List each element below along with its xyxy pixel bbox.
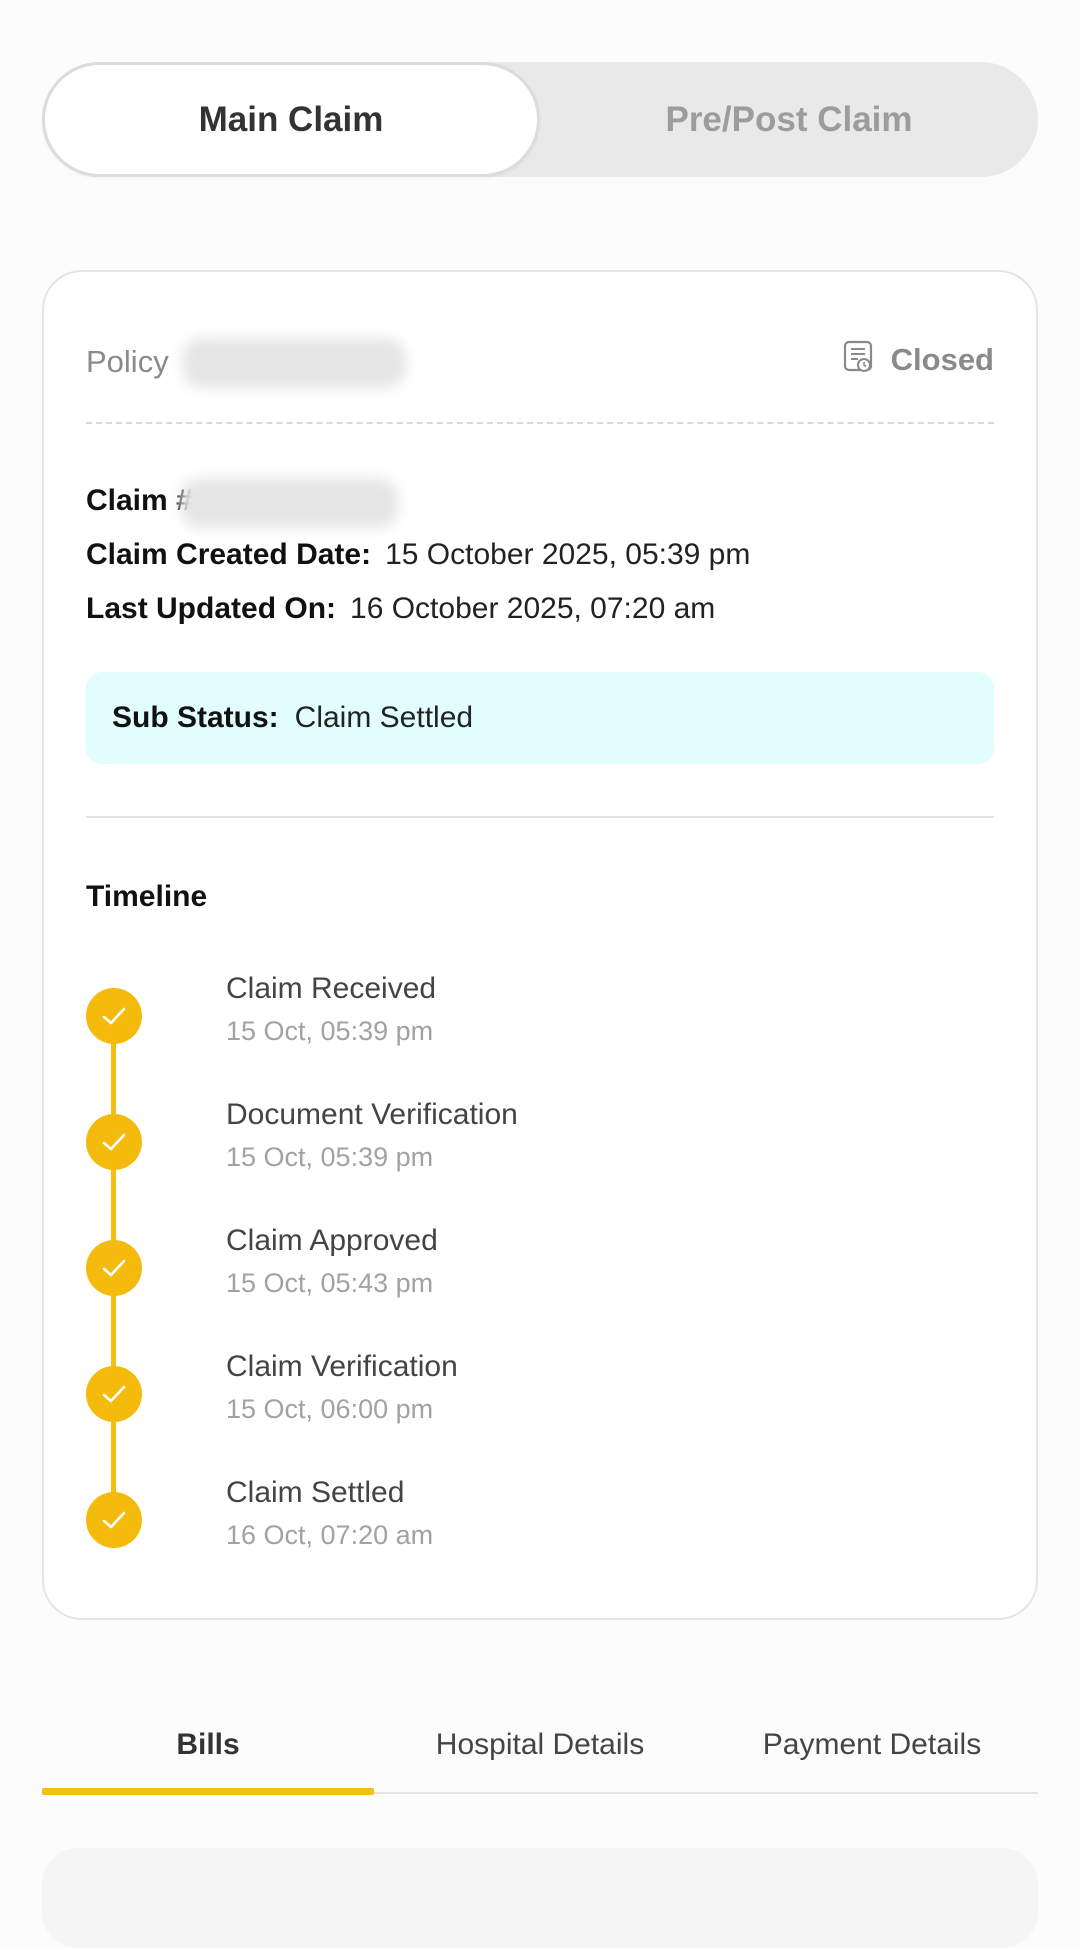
- check-icon: [86, 1492, 142, 1548]
- pre-post-claim-tab[interactable]: Pre/Post Claim: [540, 62, 1038, 177]
- policy-label: Policy: [86, 344, 169, 379]
- timeline-step: Claim Settled 16 Oct, 07:20 am: [86, 1476, 946, 1586]
- timeline-step-time: 16 Oct, 07:20 am: [226, 1520, 434, 1550]
- sub-status-value: Claim Settled: [294, 701, 474, 734]
- timeline-step: Claim Received 15 Oct, 05:39 pm: [86, 972, 946, 1082]
- claim-type-toggle: Main Claim Pre/Post Claim: [42, 62, 1038, 177]
- sub-status-label: Sub Status:: [112, 701, 279, 734]
- timeline-step-name: Claim Verification: [226, 1350, 458, 1383]
- bills-panel: [42, 1848, 1038, 1948]
- policy-row: Policy Closed: [86, 330, 994, 400]
- tab-hospital-details[interactable]: Hospital Details: [374, 1700, 706, 1790]
- dashed-divider: [86, 422, 994, 424]
- timeline-step-time: 15 Oct, 05:39 pm: [226, 1016, 434, 1046]
- created-date-line: Claim Created Date: 15 October 2025, 05:3…: [86, 538, 750, 572]
- claim-number-redacted: [180, 478, 398, 528]
- timeline-step-time: 15 Oct, 05:39 pm: [226, 1142, 434, 1172]
- claim-status: Closed: [843, 340, 994, 379]
- status-text: Closed: [890, 341, 994, 377]
- timeline-step-time: 15 Oct, 05:43 pm: [226, 1268, 434, 1298]
- section-divider: [86, 816, 994, 818]
- created-date-label: Claim Created Date:: [86, 538, 372, 571]
- claim-card: Policy Closed Claim # Claim Created Date…: [42, 270, 1038, 1620]
- updated-date-line: Last Updated On: 16 October 2025, 07:20 a…: [86, 592, 715, 626]
- timeline-step-name: Claim Approved: [226, 1224, 438, 1257]
- timeline-step: Claim Verification 15 Oct, 06:00 pm: [86, 1350, 946, 1460]
- active-tab-indicator: [42, 1788, 374, 1795]
- timeline-step: Document Verification 15 Oct, 05:39 pm: [86, 1098, 946, 1208]
- policy-number-redacted: [182, 338, 406, 388]
- check-icon: [86, 988, 142, 1044]
- timeline-step: Claim Approved 15 Oct, 05:43 pm: [86, 1224, 946, 1334]
- claim-number-label: Claim #: [86, 484, 193, 517]
- tab-payment-details[interactable]: Payment Details: [706, 1700, 1038, 1790]
- check-icon: [86, 1114, 142, 1170]
- check-icon: [86, 1366, 142, 1422]
- details-tabs: Bills Hospital Details Payment Details: [42, 1700, 1038, 1796]
- updated-date-label: Last Updated On:: [86, 592, 337, 625]
- timeline-step-name: Claim Settled: [226, 1476, 405, 1509]
- claim-number-line: Claim #: [86, 484, 193, 518]
- timeline-step-time: 15 Oct, 06:00 pm: [226, 1394, 434, 1424]
- tab-bills[interactable]: Bills: [42, 1700, 374, 1790]
- updated-date-value: 16 October 2025, 07:20 am: [350, 592, 716, 625]
- check-icon: [86, 1240, 142, 1296]
- timeline-step-name: Claim Received: [226, 972, 437, 1005]
- timeline-title: Timeline: [86, 880, 208, 913]
- document-clock-icon: [843, 340, 875, 379]
- sub-status-box: Sub Status: Claim Settled: [86, 672, 994, 764]
- main-claim-tab[interactable]: Main Claim: [42, 62, 540, 177]
- created-date-value: 15 October 2025, 05:39 pm: [385, 538, 751, 571]
- timeline-step-name: Document Verification: [226, 1098, 518, 1131]
